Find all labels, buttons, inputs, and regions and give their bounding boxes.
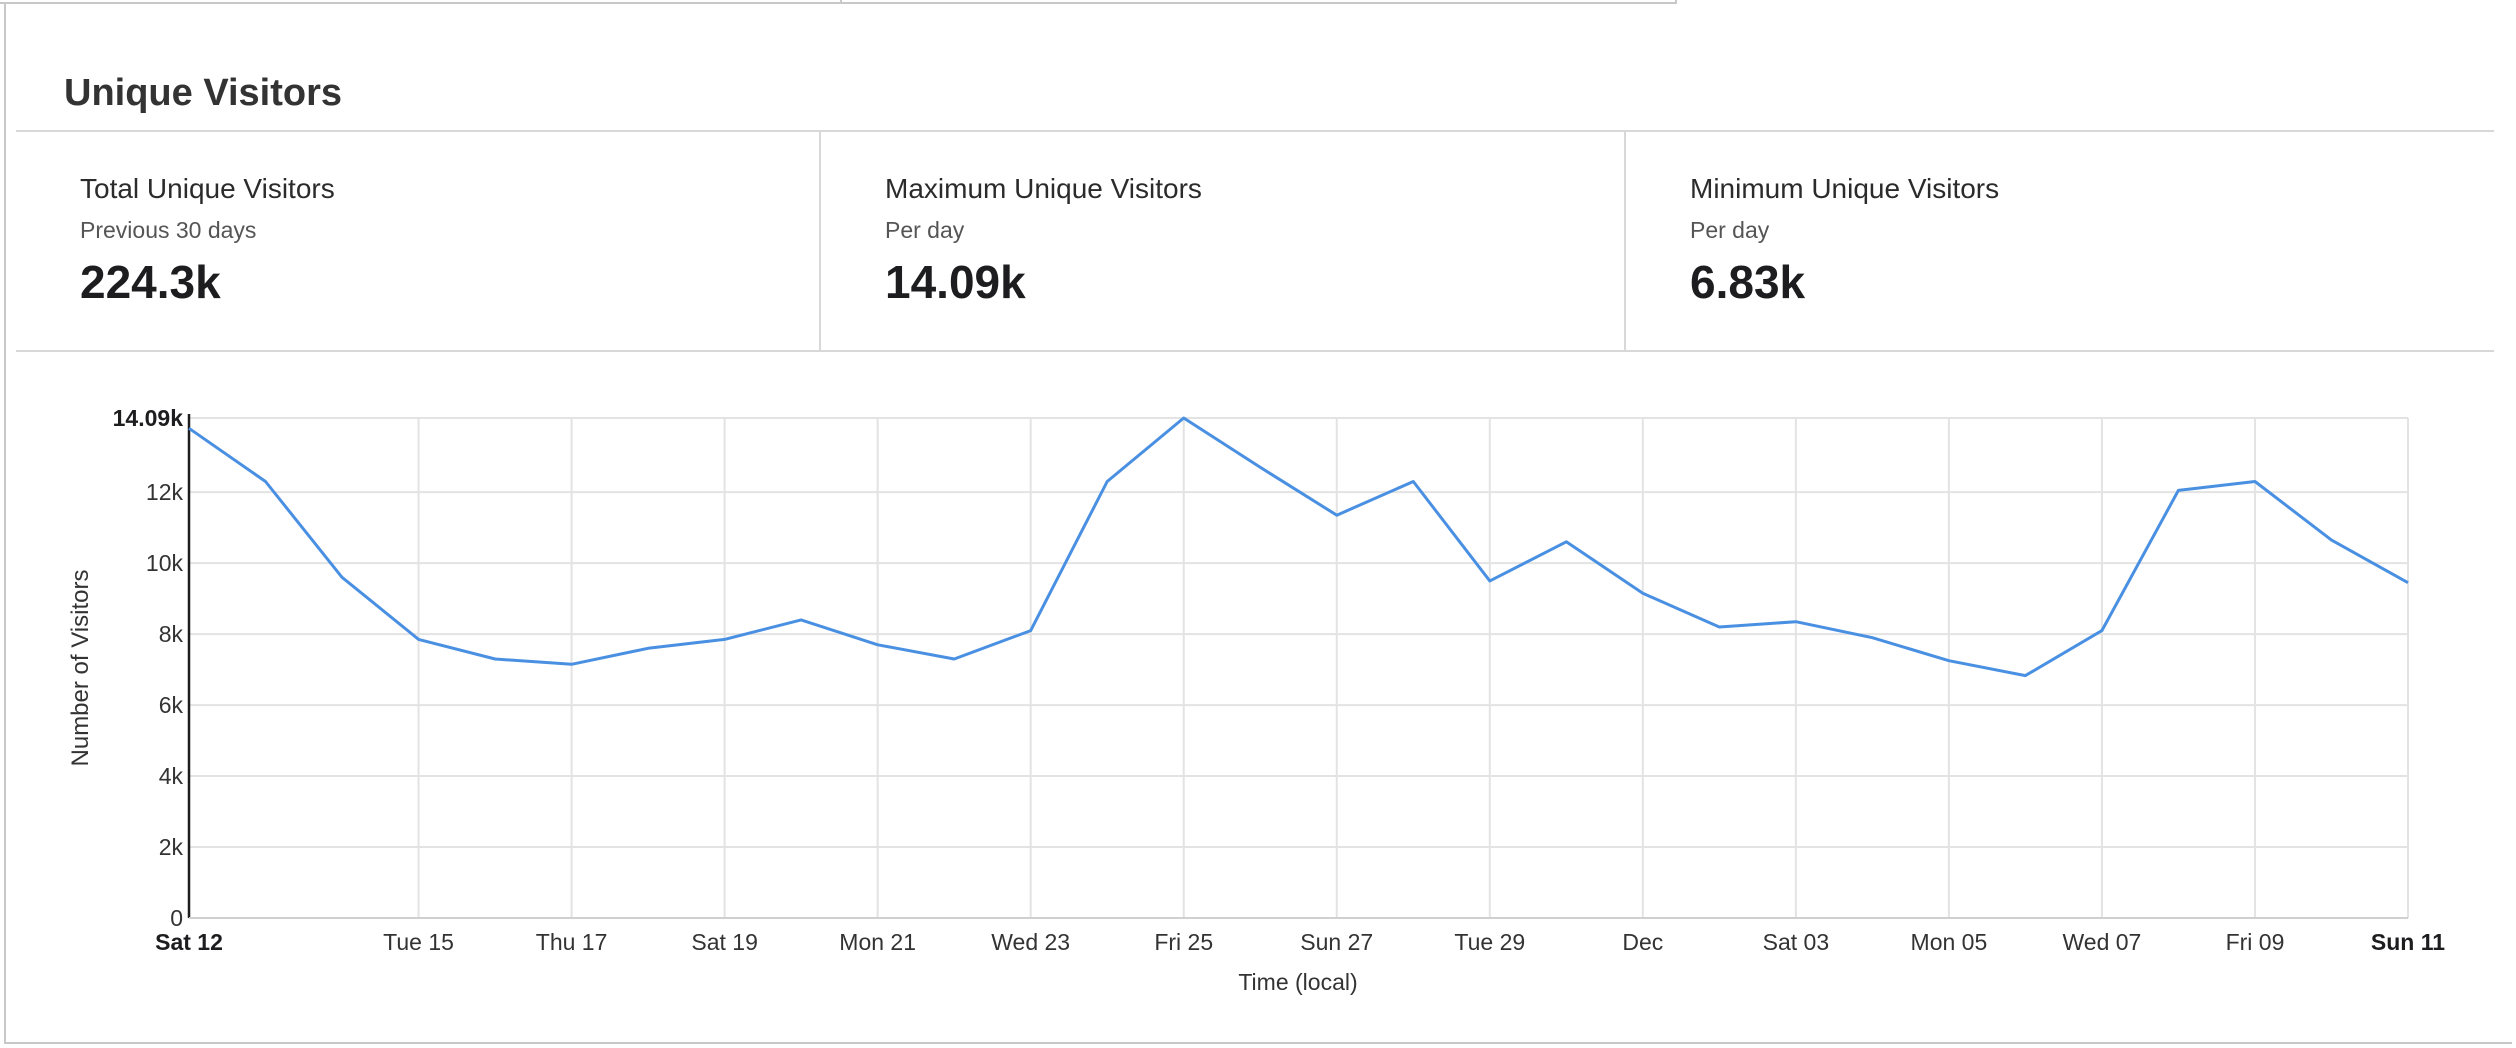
unique-visitors-line-chart[interactable]: Number of Visitors Time (local) 0 2k 4k 6k 8…: [0, 0, 2516, 1048]
data-point[interactable]: [1335, 513, 1339, 517]
data-point[interactable]: [952, 657, 956, 661]
data-point[interactable]: [2406, 581, 2410, 585]
x-tick-label: Tue 15: [383, 929, 454, 955]
data-point[interactable]: [646, 646, 650, 650]
data-point[interactable]: [264, 480, 268, 484]
chart-series[interactable]: [187, 416, 2410, 678]
data-point[interactable]: [1258, 465, 1262, 469]
y-tick-label: 4k: [159, 763, 184, 789]
x-tick-label: Mon 05: [1911, 929, 1988, 955]
y-tick-label: 8k: [159, 621, 184, 647]
data-point[interactable]: [187, 426, 191, 430]
x-tick-label: Wed 07: [2063, 929, 2142, 955]
data-point[interactable]: [417, 637, 421, 641]
y-tick-label: 10k: [146, 550, 184, 576]
data-point[interactable]: [2253, 480, 2257, 484]
data-point[interactable]: [799, 618, 803, 622]
data-point[interactable]: [2023, 674, 2027, 678]
chart-labels: Number of Visitors Time (local) 0 2k 4k 6k 8…: [67, 405, 2445, 995]
data-point[interactable]: [1564, 540, 1568, 544]
x-tick-label: Dec: [1622, 929, 1663, 955]
data-point[interactable]: [570, 662, 574, 666]
data-point[interactable]: [876, 643, 880, 647]
y-tick-label: 14.09k: [113, 405, 184, 431]
x-tick-label: Fri 25: [1154, 929, 1213, 955]
data-point[interactable]: [2329, 538, 2333, 542]
x-tick-label: Wed 23: [991, 929, 1070, 955]
x-tick-label: Thu 17: [536, 929, 608, 955]
y-axis-title: Number of Visitors: [67, 570, 94, 767]
x-tick-label: Sat 12: [155, 929, 223, 955]
x-tick-label: Sun 27: [1300, 929, 1373, 955]
y-tick-label: 0: [170, 905, 183, 931]
data-point[interactable]: [1717, 625, 1721, 629]
data-point[interactable]: [1947, 659, 1951, 663]
data-point[interactable]: [2176, 488, 2180, 492]
data-point[interactable]: [1641, 591, 1645, 595]
x-tick-label: Tue 29: [1454, 929, 1525, 955]
x-tick-label: Sun 11: [2371, 929, 2445, 955]
x-axis-title: Time (local): [1238, 969, 1357, 995]
data-point[interactable]: [1794, 620, 1798, 624]
data-point[interactable]: [1029, 629, 1033, 633]
x-tick-label: Mon 21: [839, 929, 916, 955]
x-tick-label: Sat 03: [1763, 929, 1830, 955]
y-tick-label: 12k: [146, 479, 184, 505]
data-point[interactable]: [1105, 480, 1109, 484]
x-tick-label: Sat 19: [691, 929, 758, 955]
y-tick-label: 6k: [159, 692, 184, 718]
y-tick-label: 2k: [159, 834, 184, 860]
data-point[interactable]: [340, 575, 344, 579]
data-point[interactable]: [493, 657, 497, 661]
data-point[interactable]: [723, 637, 727, 641]
data-point[interactable]: [1870, 636, 1874, 640]
data-point[interactable]: [1182, 416, 1186, 420]
data-point[interactable]: [1488, 579, 1492, 583]
data-point[interactable]: [2100, 629, 2104, 633]
visitors-series-line[interactable]: [188, 416, 2409, 678]
data-point[interactable]: [1411, 480, 1415, 484]
x-tick-label: Fri 09: [2226, 929, 2285, 955]
